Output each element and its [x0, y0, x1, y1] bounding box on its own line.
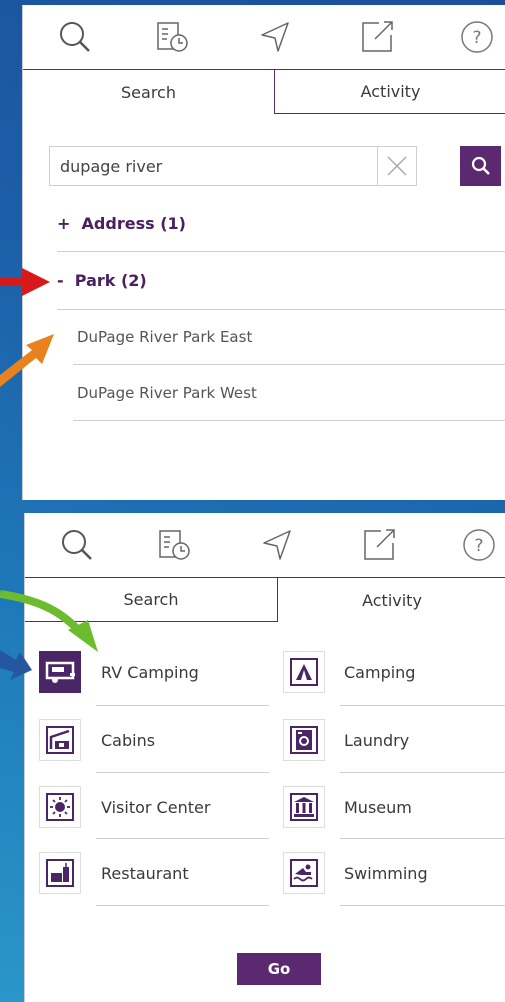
search-panel: ? Search Activity + Address (1) - Park (…	[22, 5, 505, 500]
help-tool-button[interactable]: ?	[449, 513, 505, 577]
toolbar: ?	[23, 5, 505, 69]
divider	[96, 772, 269, 773]
divider	[96, 705, 269, 706]
activity-label: Cabins	[101, 731, 156, 750]
activity-label: Visitor Center	[101, 798, 211, 817]
swimming-icon	[283, 852, 325, 894]
activity-label: Museum	[344, 798, 412, 817]
toolbar: ?	[25, 513, 505, 577]
help-glyph: ?	[472, 28, 481, 48]
museum-icon	[283, 786, 325, 828]
divider	[73, 420, 505, 421]
divider	[96, 905, 269, 906]
activity-laundry[interactable]: Laundry	[283, 719, 505, 773]
result-item[interactable]: DuPage River Park West	[77, 384, 257, 402]
result-group-park[interactable]: - Park (2)	[57, 271, 147, 290]
tab-search-label: Search	[121, 82, 176, 102]
divider	[340, 905, 505, 906]
history-icon	[157, 22, 188, 52]
activity-camping[interactable]: Camping	[283, 651, 505, 705]
result-group-label: Park (2)	[74, 271, 147, 290]
restaurant-icon	[39, 852, 81, 894]
divider	[57, 251, 505, 252]
cabin-icon	[39, 719, 81, 761]
activity-restaurant[interactable]: Restaurant	[39, 852, 269, 906]
activity-label: RV Camping	[101, 663, 199, 682]
go-button[interactable]: Go	[237, 953, 321, 985]
tab-activity-label: Activity	[362, 590, 422, 610]
tab-activity-label: Activity	[360, 82, 421, 101]
tab-search[interactable]: Search	[23, 69, 275, 114]
divider	[340, 705, 505, 706]
divider	[340, 772, 505, 773]
activity-label: Swimming	[344, 864, 428, 883]
share-icon	[364, 529, 395, 560]
history-tool-button[interactable]	[143, 5, 203, 69]
navigate-icon	[261, 22, 289, 52]
divider	[73, 364, 505, 365]
activity-label: Camping	[344, 663, 416, 682]
expand-icon: +	[57, 214, 71, 233]
search-icon	[62, 530, 92, 560]
share-tool-button[interactable]	[347, 5, 407, 69]
tab-search[interactable]: Search	[25, 577, 278, 622]
help-glyph: ?	[474, 536, 483, 556]
navigate-tool-button[interactable]	[247, 513, 307, 577]
search-submit-button[interactable]	[460, 146, 501, 186]
collapse-icon: -	[57, 271, 64, 290]
search-tool-button[interactable]	[45, 5, 105, 69]
divider	[96, 838, 269, 839]
activity-panel: ? Search Activity RV Camping Camping Cab…	[24, 513, 505, 1002]
tab-bar: Search Activity	[25, 577, 505, 622]
rv-camping-icon	[39, 651, 81, 693]
divider	[340, 838, 505, 839]
result-group-label: Address (1)	[81, 214, 186, 233]
close-icon	[387, 156, 407, 176]
laundry-icon	[283, 719, 325, 761]
search-icon	[60, 22, 90, 52]
activity-label: Restaurant	[101, 864, 189, 883]
tent-icon	[283, 651, 325, 693]
navigate-tool-button[interactable]	[245, 5, 305, 69]
history-tool-button[interactable]	[145, 513, 205, 577]
navigate-icon	[263, 530, 291, 560]
share-tool-button[interactable]	[349, 513, 409, 577]
visitor-center-icon	[39, 786, 81, 828]
search-box	[49, 146, 417, 186]
clear-search-button[interactable]	[377, 147, 416, 185]
help-icon: ?	[463, 529, 495, 561]
help-icon: ?	[461, 21, 493, 53]
activity-visitor-center[interactable]: Visitor Center	[39, 786, 269, 840]
share-icon	[362, 21, 393, 52]
activity-rv-camping[interactable]: RV Camping	[39, 651, 269, 705]
history-icon	[159, 530, 190, 560]
search-tool-button[interactable]	[47, 513, 107, 577]
result-item[interactable]: DuPage River Park East	[77, 328, 252, 346]
help-tool-button[interactable]: ?	[447, 5, 505, 69]
activity-label: Laundry	[344, 731, 410, 750]
result-group-address[interactable]: + Address (1)	[57, 214, 186, 233]
tab-activity[interactable]: Activity	[275, 69, 505, 114]
divider	[57, 309, 505, 310]
activity-swimming[interactable]: Swimming	[283, 852, 505, 906]
activity-museum[interactable]: Museum	[283, 786, 505, 840]
tab-search-label: Search	[123, 590, 179, 609]
search-icon	[471, 156, 490, 175]
tab-activity[interactable]: Activity	[278, 577, 505, 622]
search-input[interactable]	[50, 147, 380, 185]
tab-bar: Search Activity	[23, 69, 505, 114]
activity-cabins[interactable]: Cabins	[39, 719, 269, 773]
